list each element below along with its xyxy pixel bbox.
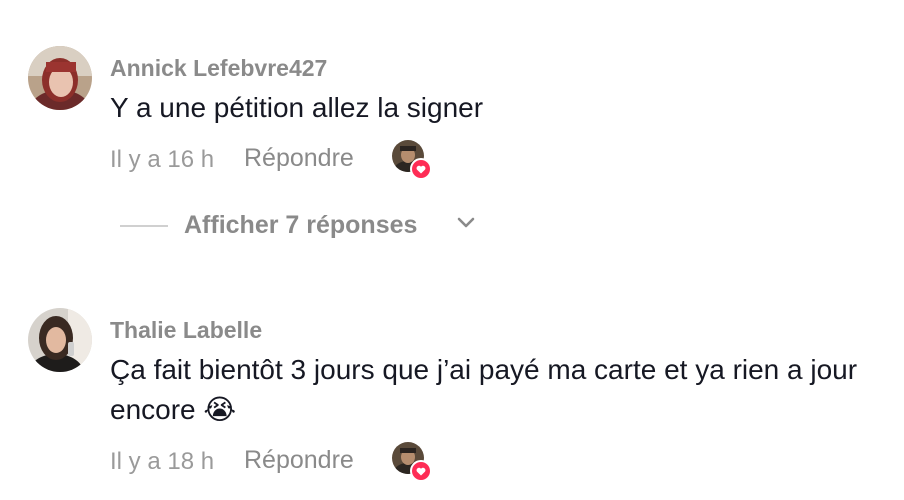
comment-timestamp: Il y a 18 h	[110, 448, 215, 475]
heart-icon	[410, 158, 432, 180]
avatar[interactable]	[28, 308, 92, 372]
heart-icon	[410, 460, 432, 482]
avatar[interactable]	[28, 46, 92, 110]
reply-button[interactable]: Répondre	[244, 446, 354, 475]
comment-username[interactable]: Thalie Labelle	[110, 317, 262, 344]
comment-text: Y a une pétition allez la signer	[110, 92, 484, 123]
divider-line	[120, 225, 168, 227]
comment-meta: Il y a 18 h Répondre	[110, 442, 710, 482]
comment-meta: Il y a 16 h Répondre	[110, 140, 710, 180]
creator-liked-badge	[392, 442, 432, 482]
comment-timestamp: Il y a 16 h	[110, 146, 215, 173]
view-replies-button[interactable]: Afficher 7 réponses	[120, 206, 520, 246]
creator-liked-badge	[392, 140, 432, 180]
reply-button[interactable]: Répondre	[244, 144, 354, 173]
comment-username[interactable]: Annick Lefebvre427	[110, 55, 327, 82]
comment-text: Ça fait bientôt 3 jours que j’ai payé ma…	[110, 354, 858, 425]
chevron-down-icon	[456, 216, 476, 235]
view-replies-label: Afficher 7 réponses	[184, 211, 418, 239]
